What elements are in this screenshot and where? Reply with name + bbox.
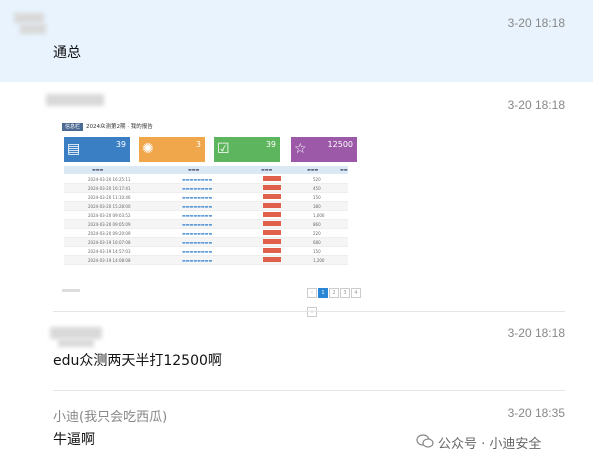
table-row: 2024-03-20 16:17:41 ▬▬▬▬▬▬▬▬ 450	[64, 184, 348, 193]
table-row: 2024-03-20 09:05:09 ▬▬▬▬▬▬▬▬ 860	[64, 220, 348, 229]
page-2[interactable]: 2	[329, 288, 339, 298]
message-time: 3-20 18:35	[507, 406, 565, 420]
chat-message: 小迪(我只会吃西瓜) 3-20 18:35 牛逼啊	[0, 392, 593, 469]
sender-name-redacted	[20, 24, 46, 34]
stat-card: ☑ 39	[214, 137, 280, 162]
stat-card: ☆ 12500	[291, 137, 357, 162]
wechat-icon	[416, 434, 434, 448]
screenshot-tag: 信息栏	[62, 123, 84, 131]
stat-value: 39	[115, 140, 126, 149]
stat-value: 39	[265, 140, 276, 149]
sender-name-redacted	[14, 13, 44, 23]
page-4[interactable]: 4	[351, 288, 361, 298]
message-time: 3-20 18:18	[507, 326, 565, 340]
check-icon: ☑	[217, 141, 230, 157]
sender-name-redacted	[46, 94, 104, 106]
message-text: edu众测两天半打12500啊	[53, 353, 222, 369]
page-prev[interactable]: ‹	[307, 288, 317, 298]
loading-icon: ✺	[142, 141, 154, 157]
page-1[interactable]: 1	[318, 288, 328, 298]
chat-message: 3-20 18:18 通总	[0, 0, 593, 82]
sender-name-redacted	[58, 339, 94, 347]
message-text: 通总	[53, 45, 81, 61]
stat-value: 12500	[327, 140, 353, 149]
watermark: 公众号 · 小迪安全	[438, 437, 542, 452]
stat-value: 3	[195, 140, 201, 149]
stat-card: ✺ 3	[139, 137, 205, 162]
message-time: 3-20 18:18	[507, 16, 565, 30]
screenshot-title: 2024众测第2期 · 我的报告	[86, 124, 153, 130]
table-row: 2024-03-20 15:28:00 ▬▬▬▬▬▬▬▬ 380	[64, 202, 348, 211]
sender-name-redacted	[50, 327, 102, 339]
message-time: 3-20 18:18	[507, 98, 565, 112]
chat-message: 3-20 18:18 edu众测两天半打12500啊	[0, 313, 593, 389]
message-text: 牛逼啊	[53, 432, 95, 448]
table-row: 2024-03-20 09:20:09 ▬▬▬▬▬▬▬▬ 220	[64, 229, 348, 238]
table-row: 2024-03-20 11:10:46 ▬▬▬▬▬▬▬▬ 150	[64, 193, 348, 202]
image-attachment[interactable]: 信息栏 2024众测第2期 · 我的报告 ▤ 39 ✺ 3 ☑ 39 ☆ 125…	[60, 121, 368, 317]
footer-bar	[62, 289, 80, 292]
document-icon: ▤	[67, 141, 81, 157]
page-3[interactable]: 3	[340, 288, 350, 298]
divider	[53, 311, 565, 312]
star-icon: ☆	[294, 141, 307, 157]
sender-name[interactable]: 小迪(我只会吃西瓜)	[53, 406, 167, 425]
table-row: 2024-03-20 16:25:11 ▬▬▬▬▬▬▬▬ 520	[64, 175, 348, 184]
table-row: 2024-03-20 09:03:52 ▬▬▬▬▬▬▬▬ 1,000	[64, 211, 348, 220]
table-row: 2024-03-19 16:07:08 ▬▬▬▬▬▬▬▬ 680	[64, 238, 348, 247]
table-row: 2024-03-19 14:08:08 ▬▬▬▬▬▬▬▬ 1,200	[64, 256, 348, 265]
table-header: ▬▬▬ ▬▬▬ ▬▬▬ ▬▬▬ ▬▬	[64, 166, 348, 174]
divider	[53, 390, 565, 391]
table-row: 2024-03-19 14:57:03 ▬▬▬▬▬▬▬▬ 150	[64, 247, 348, 256]
stat-card: ▤ 39	[64, 137, 130, 162]
